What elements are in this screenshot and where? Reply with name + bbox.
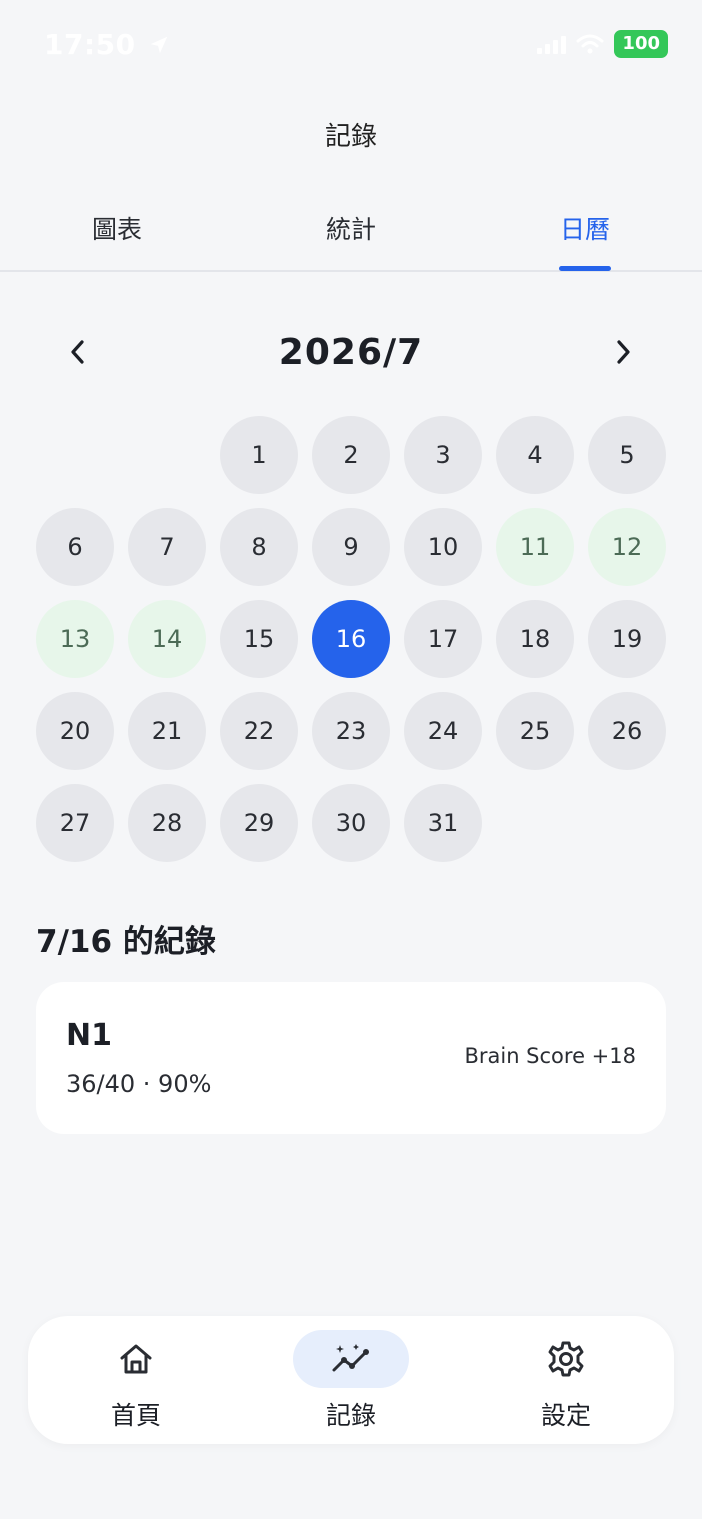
cellular-signal-icon [537,34,567,54]
calendar-day-24[interactable]: 24 [404,692,482,770]
next-month-button[interactable] [603,332,643,372]
status-indicators: 100 [537,30,668,58]
bottom-navigation: 首頁 記錄 設定 [28,1316,674,1444]
nav-item-settings[interactable]: 設定 [486,1316,646,1444]
tab-stats[interactable]: 統計 [326,210,376,246]
gear-icon [548,1341,584,1377]
calendar-day-12[interactable]: 12 [588,508,666,586]
location-arrow-icon [150,36,168,54]
page-title: 記錄 [324,122,377,152]
record-level: N1 [66,1018,112,1053]
chart-sparkle-icon [332,1344,369,1372]
battery-indicator: 100 [614,30,668,58]
month-label: 2026/7 [278,332,424,373]
calendar-day-4[interactable]: 4 [496,416,574,494]
status-time-text: 17:50 [44,28,136,61]
calendar-day-22[interactable]: 22 [220,692,298,770]
chevron-right-icon [617,340,630,364]
records-heading: 7/16 的紀錄 [36,924,216,960]
record-brain-score: Brain Score +18 [464,1044,636,1068]
calendar-day-21[interactable]: 21 [128,692,206,770]
status-time: 17:50 [44,28,170,61]
nav-settings-icon-wrap [508,1330,624,1388]
calendar-day-3[interactable]: 3 [404,416,482,494]
wifi-icon [576,34,604,54]
nav-label-records: 記錄 [325,1401,376,1430]
calendar-day-5[interactable]: 5 [588,416,666,494]
calendar-day-1[interactable]: 1 [220,416,298,494]
calendar-day-30[interactable]: 30 [312,784,390,862]
nav-label-settings: 設定 [540,1401,591,1430]
record-score: 36/40 · 90% [66,1070,212,1098]
nav-home-icon-wrap [78,1330,194,1388]
calendar-day-16[interactable]: 16 [312,600,390,678]
calendar-day-26[interactable]: 26 [588,692,666,770]
calendar-day-25[interactable]: 25 [496,692,574,770]
calendar-day-23[interactable]: 23 [312,692,390,770]
status-bar: 17:50 100 [0,0,702,90]
tab-bar: 圖表 統計 日曆 [0,190,702,272]
nav-label-home: 首頁 [110,1401,161,1430]
calendar-day-8[interactable]: 8 [220,508,298,586]
tab-chart[interactable]: 圖表 [92,210,142,246]
calendar-day-17[interactable]: 17 [404,600,482,678]
calendar-day-15[interactable]: 15 [220,600,298,678]
calendar-day-9[interactable]: 9 [312,508,390,586]
record-card[interactable]: N1 36/40 · 90% Brain Score +18 [36,982,666,1134]
calendar-day-7[interactable]: 7 [128,508,206,586]
calendar-day-10[interactable]: 10 [404,508,482,586]
calendar-day-19[interactable]: 19 [588,600,666,678]
calendar-day-28[interactable]: 28 [128,784,206,862]
nav-item-records[interactable]: 記錄 [271,1316,431,1444]
nav-item-home[interactable]: 首頁 [56,1316,216,1444]
calendar-day-31[interactable]: 31 [404,784,482,862]
calendar-day-18[interactable]: 18 [496,600,574,678]
calendar-day-6[interactable]: 6 [36,508,114,586]
home-icon [120,1344,152,1374]
calendar-day-27[interactable]: 27 [36,784,114,862]
tab-calendar[interactable]: 日曆 [560,210,610,246]
calendar-day-14[interactable]: 14 [128,600,206,678]
calendar-day-20[interactable]: 20 [36,692,114,770]
active-tab-indicator [559,266,611,271]
nav-records-icon-wrap [293,1330,409,1388]
calendar-day-29[interactable]: 29 [220,784,298,862]
month-navigation: 2026/7 [0,320,702,384]
calendar-day-13[interactable]: 13 [36,600,114,678]
calendar-day-2[interactable]: 2 [312,416,390,494]
calendar-day-11[interactable]: 11 [496,508,574,586]
